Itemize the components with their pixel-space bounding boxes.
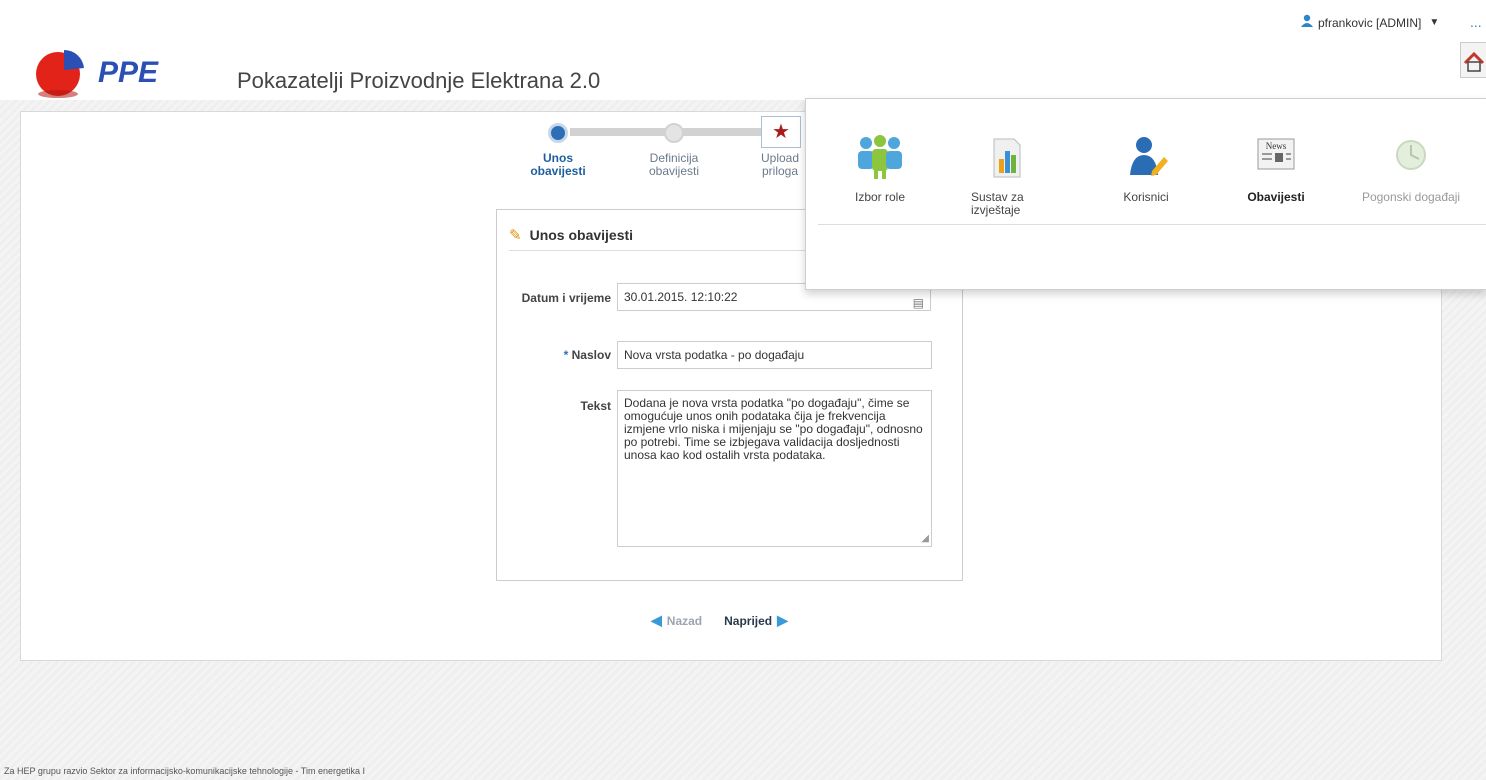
required-marker: * (563, 348, 569, 362)
menu-item-obavijesti[interactable]: News Obavijesti (1226, 129, 1326, 204)
menu-label: Sustav za izvještaje (971, 190, 1024, 217)
user-name: pfrankovic [ADMIN] (1318, 15, 1422, 30)
arrow-left-icon: ◀ (651, 612, 662, 628)
more-dots[interactable]: ... (1470, 14, 1482, 30)
users-group-icon (852, 129, 908, 185)
clock-event-icon (1383, 129, 1439, 185)
next-button[interactable]: Naprijed ▶ (724, 612, 788, 629)
step-connector (680, 128, 762, 136)
wizard-nav: ◀ Nazad Naprijed ▶ (651, 612, 788, 629)
menu-label: Korisnici (1123, 190, 1169, 204)
naslov-value: Nova vrsta podatka - po događaju (624, 348, 805, 362)
step-label-definicija[interactable]: Definicija obavijesti (636, 152, 712, 178)
report-chart-icon (978, 129, 1034, 185)
top-bar: PPE Pokazatelji Proizvodnje Elektrana 2.… (0, 0, 1486, 100)
pie-logo-icon (36, 49, 84, 98)
footer-text: Za HEP grupu razvio Sektor za informacij… (4, 766, 365, 776)
menu-label: Izbor role (854, 190, 906, 204)
menu-item-sustav-izvjestaje[interactable]: Sustav za izvještaje (956, 129, 1056, 217)
step-dot-unos[interactable] (548, 123, 568, 143)
home-icon (1461, 51, 1486, 80)
resize-handle-icon[interactable]: ◢ (921, 532, 929, 545)
svg-text:News: News (1266, 141, 1287, 151)
app-menu-dropdown: Izbor role Sustav za izvještaje Korisnic… (805, 98, 1486, 290)
datum-label: Datum i vrijeme (521, 291, 611, 305)
back-button[interactable]: ◀ Nazad (651, 612, 702, 629)
menu-label: Pogonski događaji (1361, 190, 1461, 204)
naslov-field[interactable]: Nova vrsta podatka - po događaju (617, 341, 932, 369)
menu-item-pogonski-dogadaji[interactable]: Pogonski događaji (1351, 129, 1471, 204)
tekst-textarea[interactable]: Dodana je nova vrsta podatka "po događaj… (617, 390, 932, 547)
chevron-down-icon: ▼ (1429, 17, 1440, 28)
logo-text: PPE (98, 56, 159, 89)
user-menu[interactable]: pfrankovic [ADMIN] ▼ (1300, 14, 1439, 31)
news-icon: News (1248, 129, 1304, 185)
datum-value: 30.01.2015. 12:10:22 (624, 290, 738, 304)
menu-item-korisnici[interactable]: Korisnici (1096, 129, 1196, 204)
pencil-icon: ✎ (509, 227, 522, 244)
wizard-steps: ★ Unos obavijesti Definicija obavijesti Up… (500, 116, 810, 186)
user-icon (1300, 14, 1314, 31)
star-icon[interactable]: ★ (761, 116, 801, 148)
app-title: Pokazatelji Proizvodnje Elektrana 2.0 (237, 68, 601, 93)
menu-label: Obavijesti (1247, 190, 1305, 204)
step-connector (570, 128, 670, 136)
ppe-logo[interactable]: PPE (20, 44, 190, 100)
menu-divider (818, 224, 1486, 225)
calendar-clock-icon[interactable]: ▤ (913, 290, 924, 316)
home-button[interactable] (1460, 42, 1486, 78)
arrow-right-icon: ▶ (777, 612, 788, 628)
step-label-unos[interactable]: Unos obavijesti (520, 152, 596, 178)
tekst-label: Tekst (580, 399, 611, 413)
tekst-value: Dodana je nova vrsta podatka "po događaj… (624, 396, 923, 462)
menu-item-izbor-role[interactable]: Izbor role (830, 129, 930, 204)
step-dot-definicija[interactable] (664, 123, 684, 143)
form-title: Unos obavijesti (529, 227, 634, 243)
user-edit-icon (1118, 129, 1174, 185)
naslov-label: * Naslov (563, 348, 611, 362)
